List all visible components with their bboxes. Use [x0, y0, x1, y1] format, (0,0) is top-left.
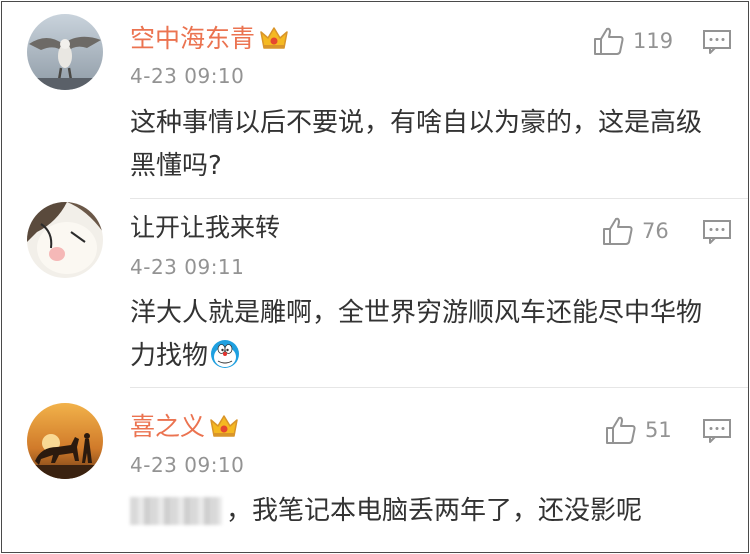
- mosaic-redaction: [130, 497, 222, 525]
- divider: [130, 387, 748, 388]
- comment-text: 洋大人就是雕啊，全世界穷游顺风车还能尽中华物力找物: [130, 298, 703, 371]
- comment-time: 4-23 09:10: [130, 64, 245, 88]
- comment-bubble-icon[interactable]: [702, 219, 732, 245]
- username[interactable]: 让开让我来转: [130, 213, 280, 243]
- doraemon-emoji-icon: [211, 340, 240, 368]
- crown-icon: [260, 27, 288, 49]
- comment-list: 空中海东青 4-23 09:10 这种事情以后不要说，有啥自以为豪的，这是高级黑…: [1, 1, 749, 553]
- like-count: 51: [645, 418, 672, 442]
- like-button[interactable]: 119: [593, 26, 673, 56]
- comment-text: ，我笔记本电脑丢两年了，还没影呢: [130, 490, 720, 533]
- crown-icon: [210, 415, 238, 437]
- like-button[interactable]: 76: [602, 216, 669, 246]
- username[interactable]: 喜之义: [130, 412, 239, 442]
- like-count: 119: [633, 29, 674, 53]
- avatar[interactable]: [27, 202, 103, 278]
- thumbs-up-icon: [603, 217, 633, 245]
- comment-bubble-icon[interactable]: [702, 29, 732, 55]
- comment-text: 这种事情以后不要说，有啥自以为豪的，这是高级黑懂吗?: [130, 108, 703, 181]
- username[interactable]: 空中海东青: [130, 24, 289, 54]
- avatar[interactable]: [27, 14, 103, 90]
- avatar[interactable]: [27, 403, 103, 479]
- like-count: 76: [642, 219, 669, 243]
- comment-bubble-icon[interactable]: [702, 418, 732, 444]
- like-button[interactable]: 51: [605, 415, 672, 445]
- horse-sunset-avatar-icon: [27, 403, 103, 479]
- comment-time: 4-23 09:11: [130, 255, 245, 279]
- cartoon-avatar-icon: [27, 202, 103, 278]
- divider: [130, 198, 748, 199]
- thumbs-up-icon: [594, 27, 624, 55]
- comment-time: 4-23 09:10: [130, 453, 245, 477]
- thumbs-up-icon: [606, 416, 636, 444]
- eagle-avatar-icon: [27, 14, 103, 90]
